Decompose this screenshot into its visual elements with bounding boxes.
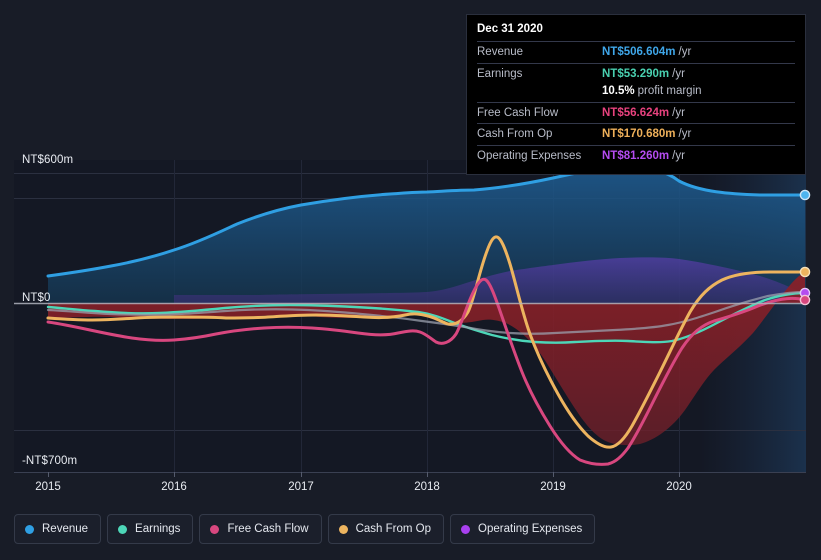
- tooltip-unit-revenue: /yr: [678, 46, 692, 58]
- tooltip-key-revenue: Revenue: [477, 46, 524, 58]
- legend-label-cash-from-op: Cash From Op: [355, 523, 432, 535]
- legend-dot-operating-expenses: [461, 524, 471, 534]
- y-axis-label-top: NT$600m: [22, 154, 74, 166]
- chart-legend: Revenue Earnings Free Cash Flow Cash Fro…: [14, 514, 596, 544]
- chart-tooltip: Dec 31 2020 Revenue NT$506.604m /yr Earn…: [466, 14, 806, 176]
- tooltip-value-free-cash-flow: NT$56.624m: [602, 106, 670, 119]
- tooltip-row-operating-expenses: Operating Expenses NT$81.260m /yr: [477, 144, 795, 167]
- tooltip-row-profit-margin: 10.5% profit margin: [477, 84, 795, 102]
- legend-item-operating-expenses[interactable]: Operating Expenses: [450, 514, 596, 544]
- legend-dot-free-cash-flow: [210, 524, 220, 534]
- legend-dot-revenue: [25, 524, 34, 534]
- legend-label-free-cash-flow: Free Cash Flow: [227, 523, 309, 535]
- revenue-endpoint: [799, 189, 811, 201]
- tooltip-row-earnings: Earnings NT$53.290m /yr: [477, 62, 795, 85]
- y-axis-label-zero: NT$0: [22, 292, 51, 304]
- tooltip-key-free-cash-flow: Free Cash Flow: [477, 106, 559, 119]
- tooltip-row-cash-from-op: Cash From Op NT$170.680m /yr: [477, 123, 795, 145]
- tooltip-row-revenue: Revenue NT$506.604m /yr: [477, 41, 795, 63]
- tooltip-unit-operating-expenses: /yr: [672, 149, 685, 162]
- tooltip-unit-free-cash-flow: /yr: [672, 106, 685, 119]
- tooltip-value-operating-expenses: NT$81.260m: [602, 149, 670, 162]
- x-axis-label-2016: 2016: [161, 481, 187, 493]
- tooltip-key-earnings: Earnings: [477, 67, 523, 80]
- legend-label-operating-expenses: Operating Expenses: [478, 523, 583, 535]
- x-axis-label-2019: 2019: [540, 481, 566, 493]
- tooltip-unit-profit-margin: profit margin: [637, 85, 702, 98]
- tooltip-date: Dec 31 2020: [477, 23, 543, 35]
- tooltip-row-free-cash-flow: Free Cash Flow NT$56.624m /yr: [477, 101, 795, 124]
- free-cash-flow-endpoint: [799, 294, 811, 306]
- tooltip-value-profit-margin: 10.5%: [602, 85, 635, 98]
- x-axis-label-2018: 2018: [414, 481, 440, 493]
- legend-label-earnings: Earnings: [135, 523, 181, 535]
- x-axis-label-2020: 2020: [666, 481, 692, 493]
- chart-root: NT$600m NT$0 -NT$700m 2015 2016 2017 201…: [0, 0, 821, 560]
- legend-item-revenue[interactable]: Revenue: [14, 514, 102, 544]
- tooltip-value-earnings: NT$53.290m: [602, 67, 670, 80]
- legend-item-cash-from-op[interactable]: Cash From Op: [327, 514, 445, 544]
- legend-item-free-cash-flow[interactable]: Free Cash Flow: [199, 514, 322, 544]
- y-axis-label-bottom: -NT$700m: [22, 455, 78, 467]
- legend-dot-earnings: [118, 524, 128, 534]
- x-axis-label-2015: 2015: [35, 481, 61, 493]
- tooltip-key-operating-expenses: Operating Expenses: [477, 149, 582, 162]
- tooltip-unit-cash-from-op: /yr: [678, 128, 692, 141]
- tooltip-value-cash-from-op: NT$170.680m: [602, 128, 676, 141]
- tooltip-key-cash-from-op: Cash From Op: [477, 128, 553, 141]
- legend-dot-cash-from-op: [338, 524, 348, 534]
- tooltip-value-revenue: NT$506.604m: [602, 46, 676, 58]
- x-axis-label-2017: 2017: [288, 481, 314, 493]
- tooltip-unit-earnings: /yr: [672, 67, 685, 80]
- legend-label-revenue: Revenue: [42, 523, 89, 535]
- legend-item-earnings[interactable]: Earnings: [107, 514, 194, 544]
- cash-from-op-endpoint: [799, 266, 811, 278]
